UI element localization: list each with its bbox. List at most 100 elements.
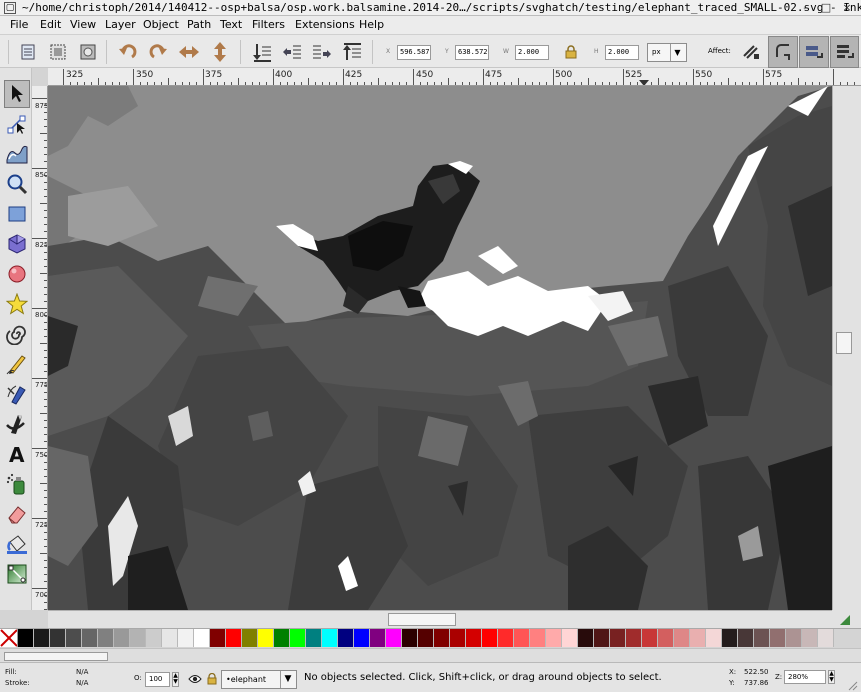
eye-visibility-icon[interactable] bbox=[188, 674, 202, 684]
color-swatch[interactable] bbox=[786, 629, 802, 647]
palette-scrollbar[interactable] bbox=[0, 648, 861, 662]
3d-box-tool[interactable] bbox=[4, 230, 30, 258]
selector-tool[interactable] bbox=[4, 80, 30, 108]
no-paint-swatch[interactable] bbox=[0, 629, 18, 647]
calligraphy-tool[interactable] bbox=[4, 410, 30, 438]
color-swatch[interactable] bbox=[34, 629, 50, 647]
opacity-spinner[interactable]: ▲ ▼ bbox=[172, 672, 179, 687]
invert-selection-button[interactable] bbox=[76, 40, 100, 64]
color-swatch[interactable] bbox=[674, 629, 690, 647]
color-swatch[interactable] bbox=[402, 629, 418, 647]
color-swatch[interactable] bbox=[322, 629, 338, 647]
color-swatch[interactable] bbox=[738, 629, 754, 647]
tweak-tool[interactable] bbox=[4, 140, 30, 168]
color-swatch[interactable] bbox=[258, 629, 274, 647]
color-swatch[interactable] bbox=[690, 629, 706, 647]
opacity-field[interactable]: 100 bbox=[145, 672, 170, 687]
rotate-cw-button[interactable] bbox=[146, 40, 170, 64]
color-swatch[interactable] bbox=[178, 629, 194, 647]
color-swatch[interactable] bbox=[242, 629, 258, 647]
lower-to-bottom-button[interactable] bbox=[250, 40, 274, 64]
color-swatch[interactable] bbox=[578, 629, 594, 647]
y-field[interactable]: 638.572 bbox=[455, 45, 489, 60]
palette-scroll-thumb[interactable] bbox=[4, 652, 108, 661]
stroke-value[interactable]: N/A bbox=[76, 679, 88, 687]
current-layer-select[interactable]: •elephant ▼ bbox=[221, 670, 297, 689]
spray-tool[interactable] bbox=[4, 470, 30, 498]
flip-horizontal-button[interactable] bbox=[177, 40, 201, 64]
zoom-field[interactable]: 280% bbox=[784, 670, 826, 684]
color-swatch[interactable] bbox=[114, 629, 130, 647]
menu-layer[interactable]: Layer bbox=[105, 18, 136, 31]
layer-lock-icon[interactable] bbox=[207, 673, 217, 685]
color-swatch[interactable] bbox=[658, 629, 674, 647]
select-all-button[interactable] bbox=[16, 40, 40, 64]
window-menu-icon[interactable]: ▢ bbox=[4, 2, 16, 14]
spiral-tool[interactable] bbox=[4, 320, 30, 348]
star-tool[interactable] bbox=[4, 290, 30, 318]
w-field[interactable]: 2.000 bbox=[515, 45, 549, 60]
color-swatch[interactable] bbox=[50, 629, 66, 647]
x-field[interactable]: 596.587 bbox=[397, 45, 431, 60]
raise-button[interactable] bbox=[310, 40, 334, 64]
color-swatch[interactable] bbox=[434, 629, 450, 647]
color-swatch[interactable] bbox=[482, 629, 498, 647]
color-swatch[interactable] bbox=[626, 629, 642, 647]
vertical-scrollbar[interactable] bbox=[832, 86, 861, 610]
color-swatch[interactable] bbox=[418, 629, 434, 647]
flip-vertical-button[interactable] bbox=[208, 40, 232, 64]
zoom-tool[interactable] bbox=[4, 170, 30, 198]
lock-proportions-button[interactable] bbox=[562, 43, 580, 61]
menu-view[interactable]: View bbox=[70, 18, 96, 31]
color-swatch[interactable] bbox=[18, 629, 34, 647]
menu-filters[interactable]: Filters bbox=[252, 18, 285, 31]
color-swatch[interactable] bbox=[226, 629, 242, 647]
maximize-button[interactable]: □ bbox=[819, 1, 833, 15]
unit-select[interactable]: px ▼ bbox=[647, 43, 687, 62]
color-swatch[interactable] bbox=[194, 629, 210, 647]
horizontal-scroll-thumb[interactable] bbox=[388, 613, 456, 626]
move-gradients-toggle[interactable] bbox=[799, 36, 829, 68]
menu-file[interactable]: File bbox=[10, 18, 28, 31]
color-swatch[interactable] bbox=[610, 629, 626, 647]
text-tool[interactable]: A bbox=[4, 440, 30, 468]
scale-radii-toggle[interactable] bbox=[768, 36, 798, 68]
resize-grip-icon[interactable] bbox=[848, 681, 858, 691]
color-swatch[interactable] bbox=[546, 629, 562, 647]
color-swatch[interactable] bbox=[338, 629, 354, 647]
ellipse-tool[interactable] bbox=[4, 260, 30, 288]
color-swatch[interactable] bbox=[562, 629, 578, 647]
node-tool[interactable] bbox=[4, 110, 30, 138]
vertical-ruler[interactable]: 875 850 825 800 775 750 725 700 bbox=[32, 86, 48, 610]
horizontal-ruler[interactable]: 325 350 375 400 425 450 475 500 525 550 … bbox=[48, 68, 861, 86]
vertical-scroll-thumb[interactable] bbox=[836, 332, 852, 354]
gradient-tool[interactable] bbox=[4, 560, 30, 588]
color-swatch[interactable] bbox=[514, 629, 530, 647]
menu-object[interactable]: Object bbox=[143, 18, 179, 31]
color-swatch[interactable] bbox=[82, 629, 98, 647]
color-swatch[interactable] bbox=[210, 629, 226, 647]
scale-stroke-button[interactable] bbox=[739, 40, 763, 64]
color-swatch[interactable] bbox=[386, 629, 402, 647]
pen-tool[interactable] bbox=[4, 380, 30, 408]
color-swatch[interactable] bbox=[274, 629, 290, 647]
fill-value[interactable]: N/A bbox=[76, 668, 88, 676]
menu-edit[interactable]: Edit bbox=[40, 18, 61, 31]
minimize-button[interactable]: – bbox=[799, 1, 813, 15]
color-swatch[interactable] bbox=[370, 629, 386, 647]
color-swatch[interactable] bbox=[642, 629, 658, 647]
rectangle-tool[interactable] bbox=[4, 200, 30, 228]
color-swatch[interactable] bbox=[594, 629, 610, 647]
color-swatch[interactable] bbox=[706, 629, 722, 647]
color-swatch[interactable] bbox=[130, 629, 146, 647]
paint-bucket-tool[interactable] bbox=[4, 530, 30, 558]
color-swatch[interactable] bbox=[306, 629, 322, 647]
color-swatch[interactable] bbox=[530, 629, 546, 647]
raise-to-top-button[interactable] bbox=[340, 40, 364, 64]
color-swatch[interactable] bbox=[754, 629, 770, 647]
eraser-tool[interactable] bbox=[4, 500, 30, 528]
drawing-canvas[interactable] bbox=[48, 86, 832, 610]
color-swatch[interactable] bbox=[466, 629, 482, 647]
color-swatch[interactable] bbox=[162, 629, 178, 647]
horizontal-scrollbar[interactable] bbox=[48, 610, 832, 628]
